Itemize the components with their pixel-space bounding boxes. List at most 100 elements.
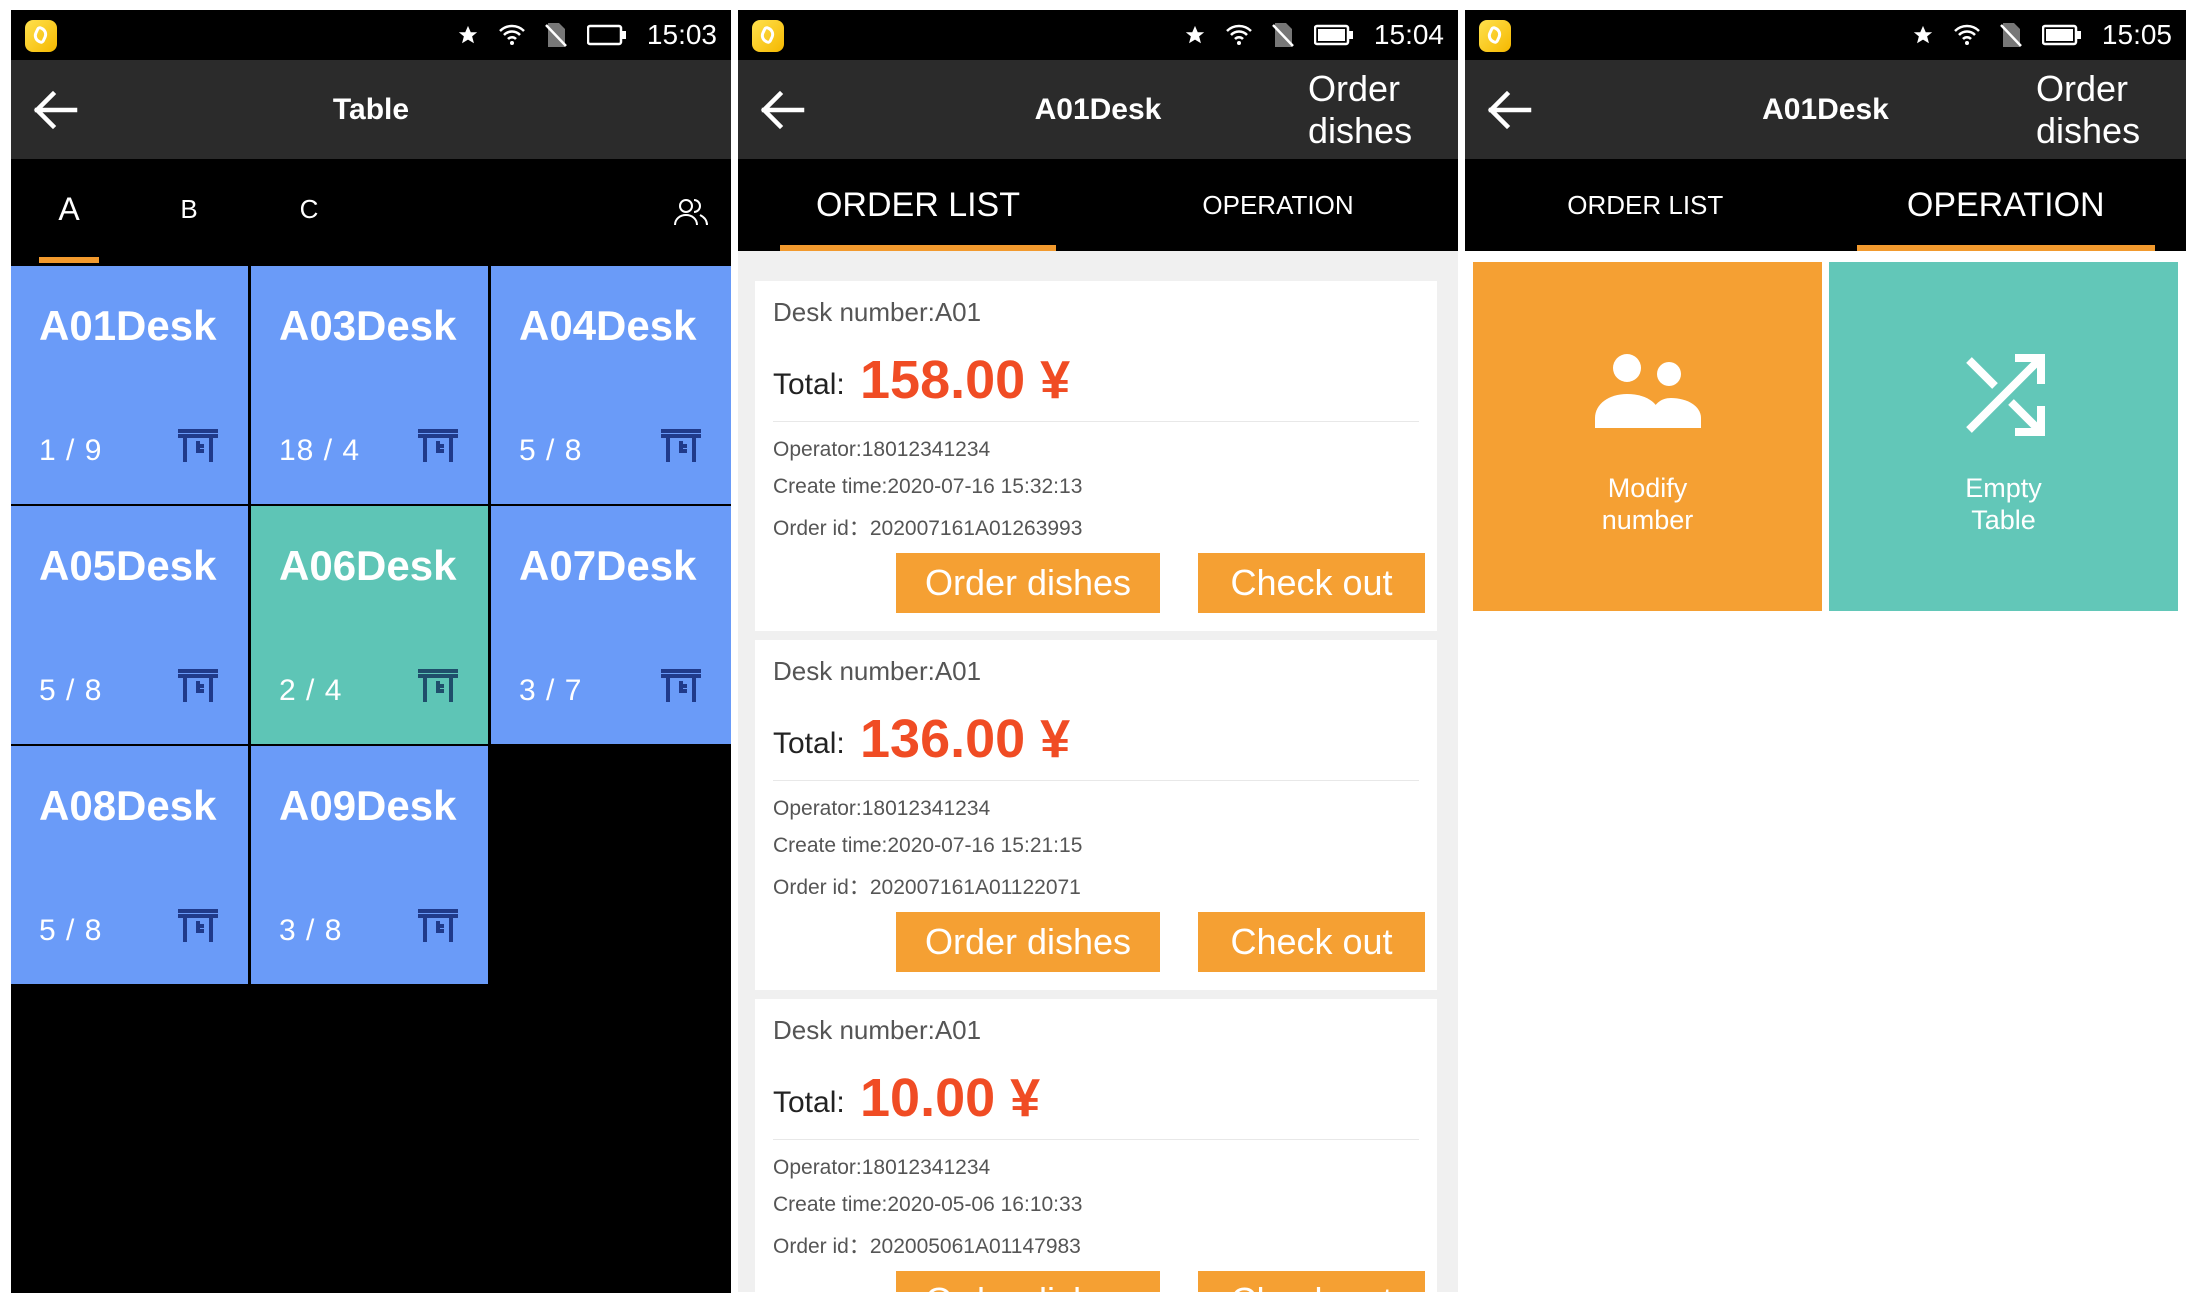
check-out-button[interactable]: Check out xyxy=(1198,553,1425,613)
table-icon xyxy=(418,429,458,462)
total-amount: 158.00 ¥ xyxy=(860,350,1071,410)
operator: Operator:18012341234 xyxy=(773,1156,991,1179)
status-time: 15:03 xyxy=(646,19,717,50)
create-time: Create time:2020-07-16 15:32:13 xyxy=(773,475,1083,498)
desk-name: A03Desk xyxy=(279,302,457,349)
desk-count: 5 / 8 xyxy=(39,674,103,707)
order-card: Desk number:A01 Total: 158.00 ¥ Operator… xyxy=(755,281,1437,631)
wifi-icon xyxy=(1954,24,1980,46)
active-tab-indicator xyxy=(780,245,1056,251)
tab-order-list[interactable]: ORDER LIST xyxy=(738,159,1098,251)
order-id: Order id：202005061A01147983 xyxy=(773,1235,1081,1258)
no-sim-icon xyxy=(1272,22,1294,48)
desk-count: 3 / 8 xyxy=(279,914,343,947)
page-title: Table xyxy=(332,93,410,126)
order-id: Order id：202007161A01263993 xyxy=(773,517,1083,540)
active-tab-indicator xyxy=(1857,245,2155,251)
wifi-icon xyxy=(1226,24,1252,46)
order-dishes-button[interactable]: Order dishes xyxy=(896,912,1160,972)
order-dishes-action[interactable]: Order dishes xyxy=(2036,68,2156,152)
desk-tile[interactable]: A06Desk 2 / 4 xyxy=(251,506,488,744)
battery-icon xyxy=(1313,24,1354,46)
table-icon xyxy=(418,669,458,702)
desk-tile[interactable]: A03Desk 18 / 4 xyxy=(251,266,488,504)
wifi-icon xyxy=(499,24,525,46)
desk-number: Desk number:A01 xyxy=(773,297,982,327)
star-icon xyxy=(1912,24,1934,46)
people-icon[interactable] xyxy=(673,197,709,232)
action-label-line1: Order xyxy=(2036,68,2129,109)
desk-tile[interactable]: A09Desk 3 / 8 xyxy=(251,746,488,984)
desk-tile[interactable]: A04Desk 5 / 8 xyxy=(491,266,731,504)
tile-label-line2: number xyxy=(1601,505,1694,535)
desk-name: A08Desk xyxy=(39,782,217,829)
battery-icon xyxy=(2041,24,2082,46)
tab-order-list[interactable]: ORDER LIST xyxy=(1465,159,1826,251)
tile-label-line2: Table xyxy=(1971,505,2036,535)
app-bar: A01Desk Order dishes xyxy=(1465,60,2186,159)
table-icon xyxy=(178,669,218,702)
operation-screen: 15:05 A01Desk Order dishes ORDER LIST OP… xyxy=(1465,10,2186,1293)
app-notification-icon xyxy=(1479,20,1511,52)
desk-name: A04Desk xyxy=(519,302,697,349)
no-sim-icon xyxy=(545,22,567,48)
table-icon xyxy=(178,909,218,942)
action-label-line1: Order xyxy=(1308,68,1401,109)
desk-count: 18 / 4 xyxy=(279,434,361,467)
battery-icon xyxy=(586,24,627,46)
tab-operation[interactable]: OPERATION xyxy=(1098,159,1458,251)
app-bar: Table xyxy=(11,60,731,159)
desk-tile[interactable]: A01Desk 1 / 9 xyxy=(11,266,248,504)
modify-number-tile[interactable]: Modify number xyxy=(1473,262,1822,611)
tab-bar: ORDER LIST OPERATION xyxy=(738,159,1458,251)
app-bar: A01Desk Order dishes xyxy=(738,60,1458,159)
order-dishes-action[interactable]: Order dishes xyxy=(1308,68,1428,152)
status-bar: 15:05 xyxy=(1465,10,2186,60)
tab-section-b[interactable]: B xyxy=(159,159,219,266)
status-bar: 15:03 xyxy=(11,10,731,60)
status-time: 15:04 xyxy=(1373,19,1444,50)
desk-count: 5 / 8 xyxy=(39,914,103,947)
create-time: Create time:2020-07-16 15:21:15 xyxy=(773,834,1083,857)
app-notification-icon xyxy=(752,20,784,52)
total-label: Total: xyxy=(773,727,845,760)
table-icon xyxy=(661,429,701,462)
order-list-screen: 15:04 A01Desk Order dishes ORDER LIST OP… xyxy=(738,10,1458,1292)
action-label-line2: dishes xyxy=(1308,110,1413,151)
status-time: 15:05 xyxy=(2101,19,2172,50)
active-tab-indicator xyxy=(39,257,99,263)
total-label: Total: xyxy=(773,1086,845,1119)
app-notification-icon xyxy=(25,20,57,52)
table-icon xyxy=(661,669,701,702)
order-card: Desk number:A01 Total: 136.00 ¥ Operator… xyxy=(755,640,1437,990)
tab-bar: ORDER LIST OPERATION xyxy=(1465,159,2186,251)
desk-name: A07Desk xyxy=(519,542,697,589)
status-bar: 15:04 xyxy=(738,10,1458,60)
check-out-button[interactable]: Check out xyxy=(1198,1271,1425,1292)
order-card: Desk number:A01 Total: 10.00 ¥ Operator:… xyxy=(755,999,1437,1292)
section-tabs: A B C xyxy=(11,159,731,266)
desk-count: 2 / 4 xyxy=(279,674,343,707)
tab-section-c[interactable]: C xyxy=(279,159,339,266)
desk-number: Desk number:A01 xyxy=(773,1015,982,1045)
star-icon xyxy=(1184,24,1206,46)
tab-section-a[interactable]: A xyxy=(39,159,99,266)
total-amount: 10.00 ¥ xyxy=(860,1068,1041,1128)
total-label: Total: xyxy=(773,368,845,401)
total-amount: 136.00 ¥ xyxy=(860,709,1071,769)
empty-table-tile[interactable]: Empty Table xyxy=(1829,262,2178,611)
table-icon xyxy=(178,429,218,462)
desk-tile[interactable]: A07Desk 3 / 7 xyxy=(491,506,731,744)
operator: Operator:18012341234 xyxy=(773,797,991,820)
tile-label-line1: Modify xyxy=(1607,473,1688,503)
check-out-button[interactable]: Check out xyxy=(1198,912,1425,972)
desk-tile[interactable]: A05Desk 5 / 8 xyxy=(11,506,248,744)
divider xyxy=(773,1139,1419,1140)
order-dishes-button[interactable]: Order dishes xyxy=(896,1271,1160,1292)
desk-name: A01Desk xyxy=(39,302,217,349)
divider xyxy=(773,780,1419,781)
tab-operation[interactable]: OPERATION xyxy=(1826,159,2187,251)
desk-tile[interactable]: A08Desk 5 / 8 xyxy=(11,746,248,984)
order-dishes-button[interactable]: Order dishes xyxy=(896,553,1160,613)
divider xyxy=(773,421,1419,422)
